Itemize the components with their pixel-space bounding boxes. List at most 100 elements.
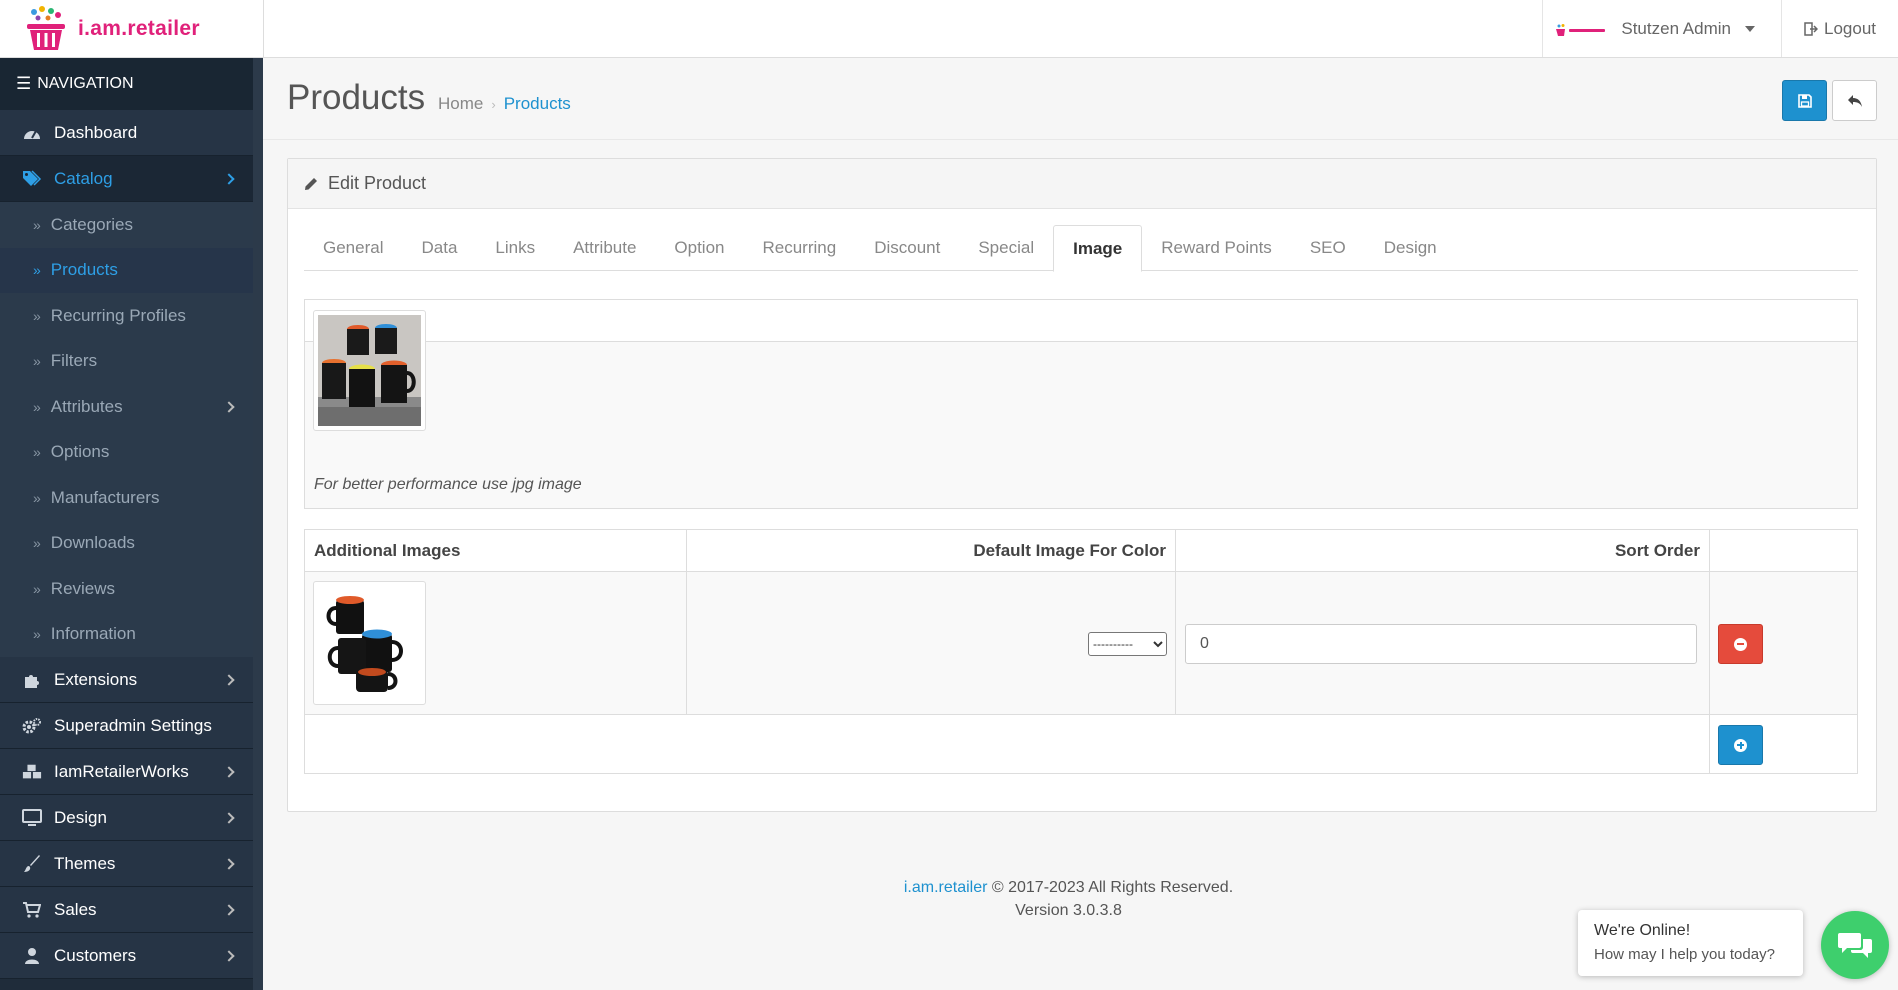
col-default-image-color: Default Image For Color xyxy=(687,530,1176,571)
breadcrumb-home[interactable]: Home xyxy=(438,94,483,114)
tab-option[interactable]: Option xyxy=(655,225,743,271)
double-angle-icon: » xyxy=(33,353,41,370)
chat-greeting-bubble[interactable]: We're Online! How may I help you today? xyxy=(1578,910,1803,976)
tab-general[interactable]: General xyxy=(304,225,402,271)
back-button[interactable] xyxy=(1832,80,1877,121)
pencil-icon xyxy=(305,177,317,190)
footer-version: Version 3.0.3.8 xyxy=(1015,902,1122,919)
header-divider xyxy=(263,0,264,58)
remove-image-button[interactable] xyxy=(1718,624,1763,664)
cell-add xyxy=(1710,715,1857,773)
double-angle-icon: » xyxy=(33,489,41,506)
double-angle-icon: » xyxy=(33,307,41,324)
tab-special[interactable]: Special xyxy=(959,225,1053,271)
chevron-right-icon xyxy=(223,673,235,686)
sidebar-sub-reviews[interactable]: » Reviews xyxy=(0,566,263,612)
sidebar-sub-information[interactable]: » Information xyxy=(0,611,263,657)
chat-launcher-button[interactable] xyxy=(1821,911,1889,979)
chevron-right-icon xyxy=(223,172,235,185)
user-name: Stutzen Admin xyxy=(1621,18,1731,38)
sidebar-item-sales[interactable]: Sales xyxy=(0,887,263,933)
sidebar-item-extensions[interactable]: Extensions xyxy=(0,657,263,703)
sidebar-item-label: Design xyxy=(54,807,107,827)
tab-design[interactable]: Design xyxy=(1365,225,1456,271)
tab-discount[interactable]: Discount xyxy=(855,225,959,271)
cell-footer-spacer xyxy=(305,715,1710,773)
double-angle-icon: » xyxy=(33,535,41,552)
sidebar-item-customers[interactable]: Customers xyxy=(0,933,263,979)
sidebar-item-label: Dashboard xyxy=(54,122,138,142)
logout-label: Logout xyxy=(1824,18,1876,38)
double-angle-icon: » xyxy=(33,216,41,233)
sidebar-sub-filters[interactable]: » Filters xyxy=(0,338,263,384)
plus-circle-icon xyxy=(1734,738,1747,752)
stacked-mugs-photo xyxy=(318,586,421,700)
sidebar-sub-products[interactable]: » Products xyxy=(0,247,263,293)
tab-data[interactable]: Data xyxy=(402,225,476,271)
sidebar-sub-downloads[interactable]: » Downloads xyxy=(0,520,263,566)
cell-remove xyxy=(1710,572,1857,714)
chevron-right-icon xyxy=(223,903,235,916)
image-hint-text: For better performance use jpg image xyxy=(314,476,582,493)
sidebar-sub-options[interactable]: » Options xyxy=(0,429,263,475)
main-image-thumbnail[interactable] xyxy=(313,310,426,431)
panel-title: Edit Product xyxy=(328,173,427,193)
sidebar-sub-recurring-profiles[interactable]: » Recurring Profiles xyxy=(0,293,263,339)
sidebar-sub-label: Reviews xyxy=(50,578,116,598)
monitor-icon xyxy=(22,808,42,827)
app-logo[interactable]: i.am.retailer xyxy=(24,6,200,52)
tab-seo[interactable]: SEO xyxy=(1291,225,1365,271)
sidebar-sub-categories[interactable]: » Categories xyxy=(0,202,263,248)
additional-images-table: Additional Images Default Image For Colo… xyxy=(304,529,1858,774)
sidebar-item-themes[interactable]: Themes xyxy=(0,841,263,887)
double-angle-icon: » xyxy=(33,398,41,415)
col-sort-order: Sort Order xyxy=(1176,530,1710,571)
sidebar-scrollbar[interactable] xyxy=(253,58,263,990)
footer-brand-link[interactable]: i.am.retailer xyxy=(904,879,988,896)
sidebar-item-dashboard[interactable]: Dashboard xyxy=(0,110,263,156)
main-image-header: Image xyxy=(305,300,1857,342)
tab-recurring[interactable]: Recurring xyxy=(744,225,856,271)
tags-icon xyxy=(22,169,42,188)
sidebar-item-iamretailerworks[interactable]: IamRetailerWorks xyxy=(0,749,263,795)
col-header-label: Additional Images xyxy=(314,540,461,560)
tab-reward-points[interactable]: Reward Points xyxy=(1142,225,1291,271)
breadcrumb: Home › Products xyxy=(438,94,571,114)
chevron-right-icon xyxy=(223,401,235,413)
sidebar-item-label: Catalog xyxy=(54,168,113,188)
page-header: Products Home › Products xyxy=(263,58,1898,140)
breadcrumb-products[interactable]: Products xyxy=(504,94,571,114)
cart-icon xyxy=(22,901,42,918)
additional-image-thumbnail[interactable] xyxy=(313,581,426,705)
sort-order-input[interactable] xyxy=(1185,624,1697,664)
chat-line-1: We're Online! xyxy=(1594,922,1691,939)
logout-link[interactable]: Logout xyxy=(1781,0,1898,57)
table-row: ---------- xyxy=(305,572,1857,715)
sidebar-sub-label: Attributes xyxy=(50,396,123,416)
cell-additional-image xyxy=(305,572,687,714)
sidebar-item-design[interactable]: Design xyxy=(0,795,263,841)
sidebar-item-superadmin-settings[interactable]: Superadmin Settings xyxy=(0,703,263,749)
main-image-box: Image Fo xyxy=(304,299,1858,509)
add-image-button[interactable] xyxy=(1718,725,1763,765)
save-button[interactable] xyxy=(1782,80,1827,121)
sidebar-sub-attributes[interactable]: » Attributes xyxy=(0,384,263,430)
panel-heading: Edit Product xyxy=(288,159,1876,209)
sidebar-item-catalog[interactable]: Catalog xyxy=(0,156,263,202)
tab-links[interactable]: Links xyxy=(476,225,554,271)
floppy-disk-icon xyxy=(1797,93,1812,108)
reply-icon xyxy=(1847,94,1862,107)
tab-image[interactable]: Image xyxy=(1053,225,1143,272)
chevron-right-icon xyxy=(223,765,235,778)
double-angle-icon: » xyxy=(33,444,41,461)
logout-icon xyxy=(1804,21,1818,36)
col-additional-images: Additional Images xyxy=(305,530,687,571)
default-color-select[interactable]: ---------- xyxy=(1088,632,1167,656)
minus-circle-icon xyxy=(1734,637,1747,651)
tab-attribute[interactable]: Attribute xyxy=(554,225,655,271)
sidebar-item-label: IamRetailerWorks xyxy=(54,761,189,781)
user-menu[interactable]: Stutzen Admin xyxy=(1542,0,1781,57)
store-mini-logo-icon xyxy=(1555,22,1607,36)
puzzle-icon xyxy=(22,671,42,689)
sidebar-sub-manufacturers[interactable]: » Manufacturers xyxy=(0,475,263,521)
